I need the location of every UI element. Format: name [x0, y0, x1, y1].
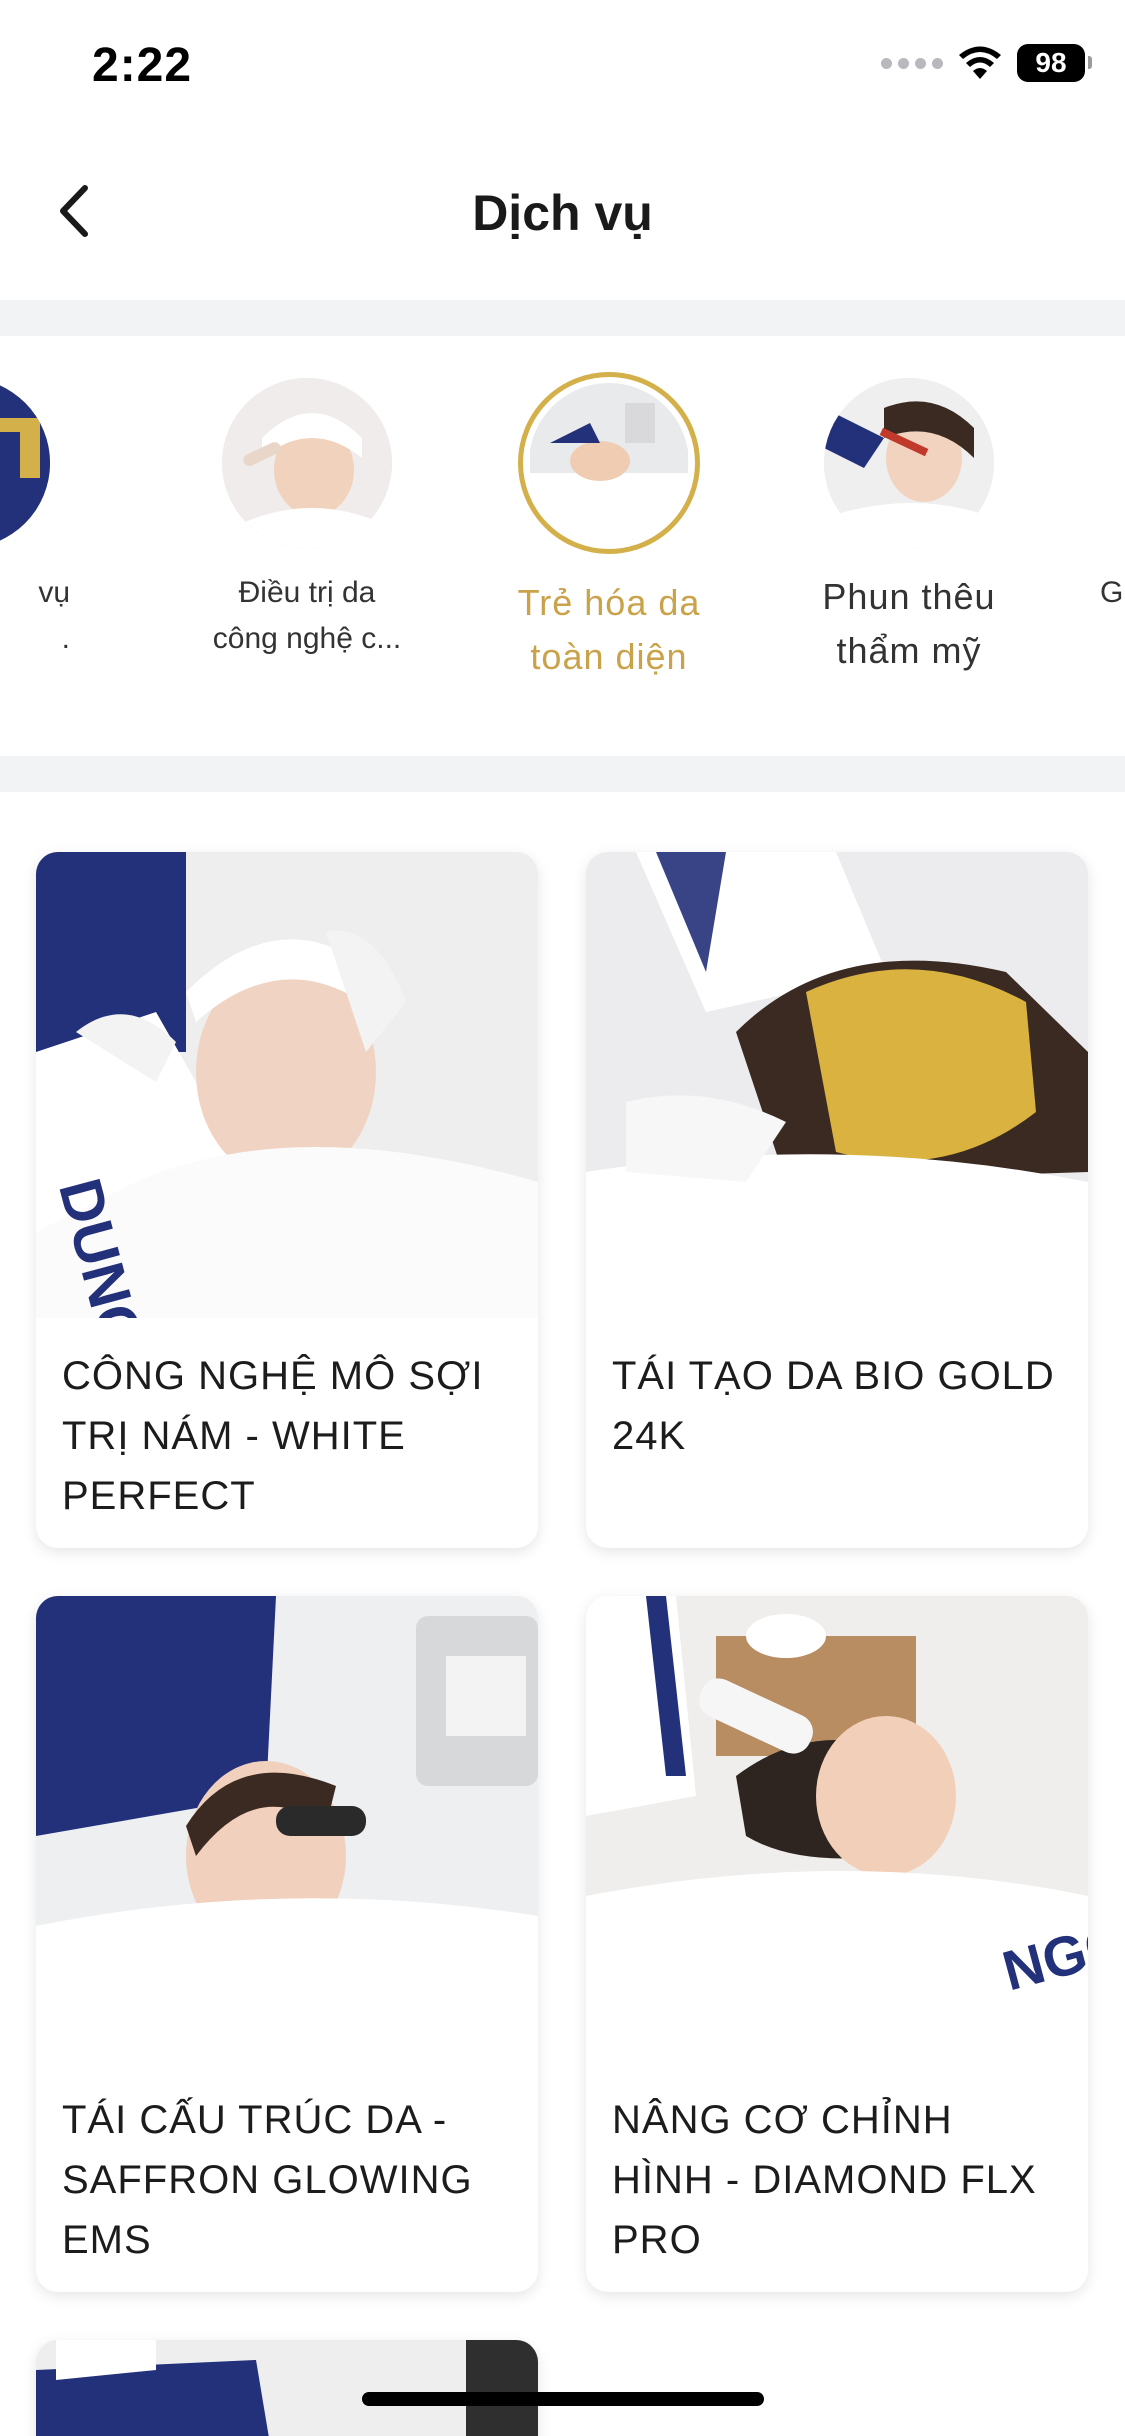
- category-label: vụ .: [38, 576, 70, 655]
- service-image: [36, 2340, 538, 2436]
- status-icons: 98: [881, 44, 1092, 82]
- status-time: 2:22: [92, 39, 193, 92]
- service-title: TÁI TẠO DA BIO GOLD 24K: [612, 1354, 1055, 1458]
- category-thumbnail: [518, 372, 700, 554]
- service-title: CÔNG NGHỆ MÔ SỢI TRỊ NÁM - WHITE PERFECT: [62, 1354, 484, 1518]
- category-item[interactable]: vụ .: [0, 378, 90, 662]
- battery-icon: 98: [1017, 44, 1092, 82]
- nav-bar: Dịch vụ: [0, 140, 1125, 300]
- service-card[interactable]: DUNG CÔNG NGHỆ MÔ SỢI TRỊ NÁM - WHITE PE…: [36, 852, 538, 1548]
- service-card[interactable]: [36, 2340, 538, 2436]
- battery-level: 98: [1035, 47, 1067, 78]
- category-label: G: [1100, 576, 1124, 609]
- services-grid: DUNG CÔNG NGHỆ MÔ SỢI TRỊ NÁM - WHITE PE…: [0, 792, 1125, 2436]
- category-item[interactable]: Điều trị da công nghệ c...: [182, 378, 432, 662]
- service-image: DUNG: [36, 852, 538, 1318]
- page-title: Dịch vụ: [472, 185, 653, 241]
- status-bar: 2:22 98: [0, 0, 1125, 140]
- service-title: TÁI CẤU TRÚC DA - SAFFRON GLOWING EMS: [62, 2098, 473, 2262]
- service-image: [36, 1596, 538, 2062]
- cellular-signal-icon: [881, 57, 943, 69]
- category-thumbnail: [222, 378, 392, 548]
- category-item-active[interactable]: Trẻ hóa da toàn diện: [484, 372, 734, 684]
- category-thumbnail: [0, 378, 50, 548]
- category-label: Phun thêu thẩm mỹ: [822, 576, 996, 671]
- category-label: Trẻ hóa da toàn diện: [517, 582, 701, 677]
- home-indicator: [362, 2392, 764, 2406]
- category-item[interactable]: Phun thêu thẩm mỹ: [784, 378, 1034, 678]
- category-thumbnail: [824, 378, 994, 548]
- category-item[interactable]: G: [1090, 378, 1125, 616]
- category-strip[interactable]: vụ . Điều trị da công nghệ c... Trẻ hóa …: [0, 336, 1125, 756]
- service-image: [586, 852, 1088, 1318]
- service-card[interactable]: TÁI TẠO DA BIO GOLD 24K: [586, 852, 1088, 1548]
- service-card[interactable]: TÁI CẤU TRÚC DA - SAFFRON GLOWING EMS: [36, 1596, 538, 2292]
- service-image: NGO: [586, 1596, 1088, 2062]
- service-card[interactable]: NGO NÂNG CƠ CHỈNH HÌNH - DIAMOND FLX PRO: [586, 1596, 1088, 2292]
- wifi-icon: [959, 46, 1001, 79]
- category-label: Điều trị da công nghệ c...: [212, 576, 402, 655]
- service-title: NÂNG CƠ CHỈNH HÌNH - DIAMOND FLX PRO: [612, 2098, 1037, 2262]
